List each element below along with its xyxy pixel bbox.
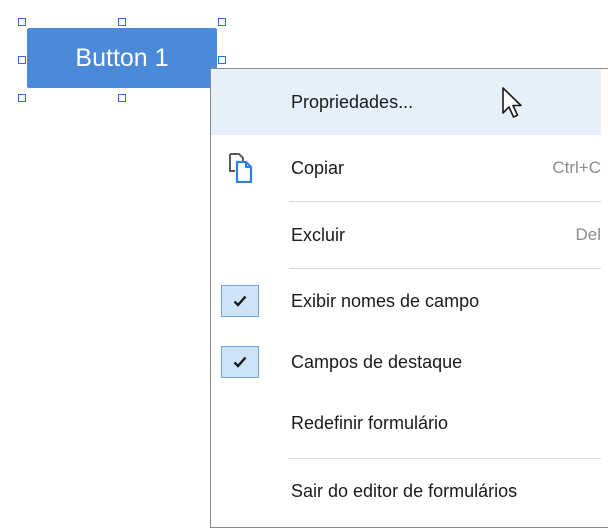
menu-item-delete-label: Excluir — [291, 224, 346, 245]
menu-item-exit-form-editor[interactable]: Sair do editor de formulários — [211, 460, 601, 522]
copy-icon — [220, 148, 260, 188]
menu-separator — [289, 458, 601, 459]
menu-item-exit-form-editor-label: Sair do editor de formulários — [291, 480, 518, 501]
resize-handle-top[interactable] — [118, 18, 126, 26]
menu-separator — [289, 201, 601, 202]
menu-item-reset-form-label: Redefinir formulário — [291, 412, 449, 433]
menu-item-show-field-names-label: Exibir nomes de campo — [291, 290, 480, 311]
menu-item-copy-shortcut: Ctrl+C — [552, 158, 601, 177]
menu-item-highlight-fields-label: Campos de destaque — [291, 351, 463, 372]
menu-separator — [289, 268, 601, 269]
resize-handle-right[interactable] — [218, 56, 226, 64]
menu-item-copy-label: Copiar — [291, 157, 345, 178]
menu-item-show-field-names[interactable]: Exibir nomes de campo — [211, 270, 601, 332]
resize-handle-top-left[interactable] — [18, 18, 26, 26]
menu-item-highlight-fields[interactable]: Campos de destaque — [211, 332, 601, 392]
resize-handle-top-right[interactable] — [218, 18, 226, 26]
menu-item-reset-form[interactable]: Redefinir formulário — [211, 392, 601, 454]
context-menu: Propriedades... Copiar Ctrl+C Excluir De… — [210, 68, 608, 528]
menu-item-copy[interactable]: Copiar Ctrl+C — [211, 135, 601, 201]
resize-handle-bottom-left[interactable] — [18, 94, 26, 102]
check-icon — [220, 342, 260, 382]
resize-handle-left[interactable] — [18, 56, 26, 64]
form-button-label: Button 1 — [75, 43, 169, 72]
menu-item-delete-shortcut: Del — [575, 225, 601, 244]
menu-item-properties-label: Propriedades... — [291, 91, 414, 112]
check-icon — [220, 281, 260, 321]
menu-item-properties[interactable]: Propriedades... — [211, 69, 601, 135]
form-button[interactable]: Button 1 — [27, 28, 217, 88]
resize-handle-bottom[interactable] — [118, 94, 126, 102]
menu-item-delete[interactable]: Excluir Del — [211, 203, 601, 267]
form-button-selection[interactable]: Button 1 — [18, 18, 226, 102]
mouse-pointer-icon — [501, 87, 525, 123]
